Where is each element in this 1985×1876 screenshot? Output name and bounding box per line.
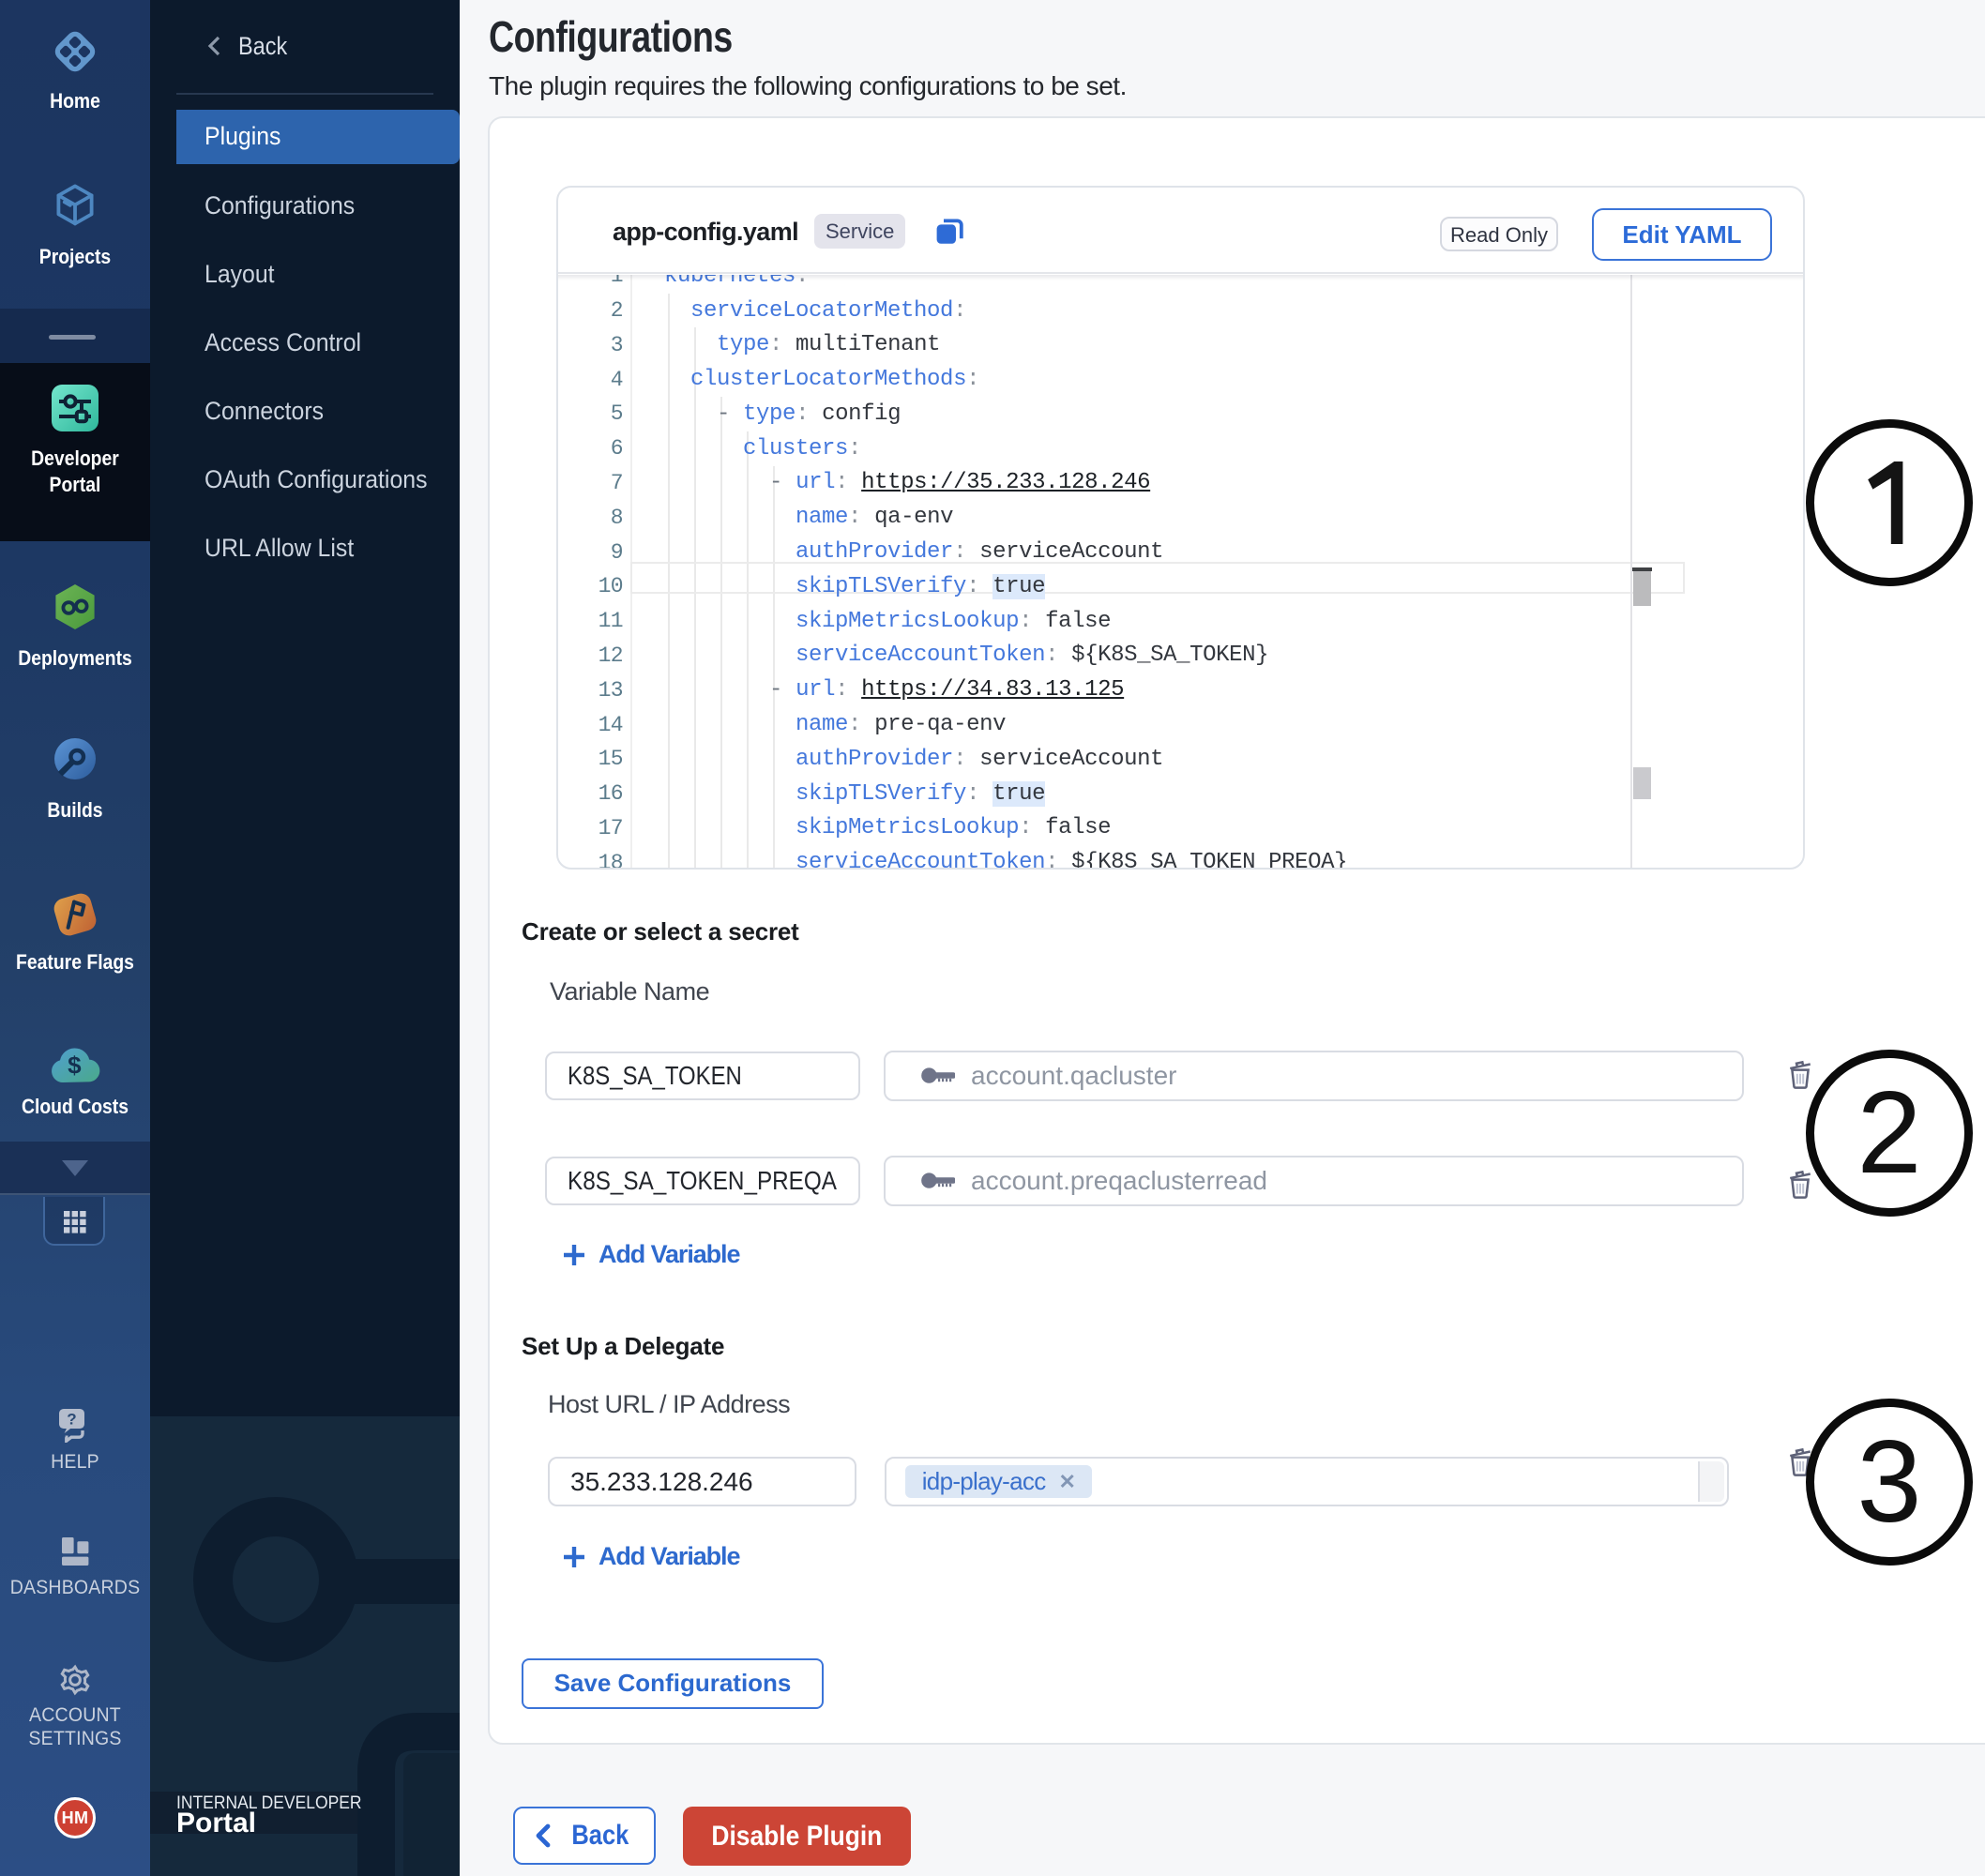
svg-text:$: $ xyxy=(68,1051,82,1080)
svg-text:?: ? xyxy=(67,1411,76,1429)
